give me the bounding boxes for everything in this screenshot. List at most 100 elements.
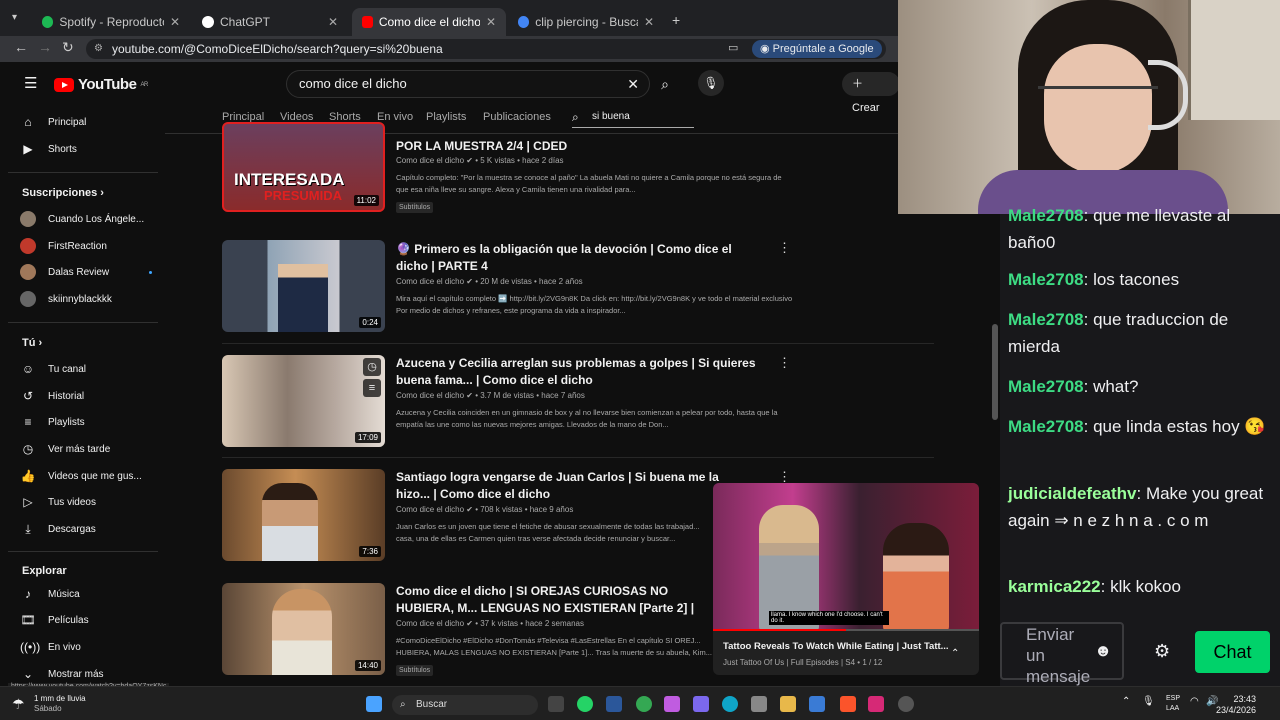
task-view-icon[interactable]	[548, 696, 564, 712]
mini-player-video[interactable]: llama. I know which one I'd choose. I ca…	[713, 483, 979, 631]
forward-icon[interactable]: →	[38, 39, 52, 55]
video-thumbnail[interactable]: 0:24	[222, 240, 385, 332]
app-icon[interactable]	[898, 696, 914, 712]
chat-username[interactable]: Male2708	[1008, 206, 1084, 225]
tray-chevron-icon[interactable]: ⌃	[1122, 696, 1130, 707]
site-info-icon[interactable]: ⚙	[94, 39, 103, 59]
app-icon[interactable]	[751, 696, 767, 712]
sidebar-item-shorts[interactable]: ▶ Shorts	[20, 136, 77, 162]
close-icon[interactable]: ✕	[486, 15, 496, 29]
taskbar-search[interactable]: ⌕ Buscar	[392, 695, 538, 715]
chat-username[interactable]: Male2708	[1008, 377, 1084, 396]
youtube-logo[interactable]: YouTube AR	[54, 76, 148, 93]
emoji-icon[interactable]: ☻	[1094, 640, 1112, 661]
mic-icon[interactable]: 🎙	[698, 70, 724, 96]
whatsapp-icon[interactable]	[577, 696, 593, 712]
sidebar-item-your-channel[interactable]: ☺ Tu canal	[20, 356, 86, 382]
watch-later-icon[interactable]: ◷	[363, 358, 381, 376]
add-to-queue-icon[interactable]: ≡	[363, 379, 381, 397]
new-tab-button[interactable]: +	[672, 12, 680, 28]
search-icon[interactable]: ⌕	[650, 70, 680, 98]
chat-username[interactable]: karmica222	[1008, 577, 1101, 596]
sidebar-item-live[interactable]: ((•)) En vivo	[20, 634, 81, 660]
search-input[interactable]: como dice el dicho ✕	[286, 70, 650, 98]
app-icon[interactable]	[664, 696, 680, 712]
tab-google[interactable]: clip piercing - Buscar con Goog ✕	[508, 8, 664, 36]
chat-send-button[interactable]: Chat	[1195, 631, 1270, 673]
progress-bar[interactable]	[713, 629, 979, 631]
sidebar-item-history[interactable]: ↺ Historial	[20, 383, 84, 409]
tab-posts[interactable]: Publicaciones	[483, 111, 551, 123]
video-title[interactable]: Azucena y Cecilia arreglan sus problemas…	[396, 355, 766, 389]
chat-username[interactable]: Male2708	[1008, 310, 1084, 329]
sidebar-sub-item[interactable]: Cuando Los Ángele...	[20, 206, 144, 232]
instagram-icon[interactable]	[868, 696, 884, 712]
tab-playlists[interactable]: Playlists	[426, 111, 466, 123]
mini-player[interactable]: llama. I know which one I'd choose. I ca…	[713, 483, 979, 675]
brave-icon[interactable]	[840, 696, 856, 712]
settings-icon[interactable]: ⚙	[1154, 641, 1170, 662]
sidebar-sub-item[interactable]: skiinnyblackkk	[20, 286, 112, 312]
video-result[interactable]: ◷ ≡ 17:09 Azucena y Cecilia arreglan sus…	[222, 355, 902, 455]
video-result[interactable]: 0:24 🔮 Primero es la obligación que la d…	[222, 240, 902, 340]
tab-chatgpt[interactable]: ChatGPT ✕	[192, 8, 348, 36]
video-thumbnail[interactable]: 7:36	[222, 469, 385, 561]
back-icon[interactable]: ←	[14, 39, 28, 55]
language-indicator[interactable]: ESP LAA	[1166, 694, 1180, 714]
clear-search-icon[interactable]: ✕	[627, 71, 639, 97]
clock[interactable]: 23:43 23/4/2026	[1216, 694, 1256, 716]
subscriptions-heading[interactable]: Suscripciones ›	[22, 187, 104, 199]
app-icon[interactable]	[693, 696, 709, 712]
reload-icon[interactable]: ↻	[62, 39, 74, 56]
video-title[interactable]: Santiago logra vengarse de Juan Carlos |…	[396, 469, 741, 503]
mic-icon[interactable]: 🎙	[1142, 696, 1155, 707]
sidebar-sub-item[interactable]: Dalas Review	[20, 259, 153, 285]
chat-username[interactable]: Male2708	[1008, 270, 1084, 289]
sidebar-item-playlists[interactable]: ≡ Playlists	[20, 409, 84, 435]
chevron-up-icon[interactable]: ⌃	[951, 648, 959, 659]
edge-icon[interactable]	[722, 696, 738, 712]
more-options-icon[interactable]: ⋮	[778, 355, 791, 371]
video-title[interactable]: 🔮 Primero es la obligación que la devoci…	[396, 241, 766, 275]
video-title[interactable]: Como dice el dicho | SI OREJAS CURIOSAS …	[396, 583, 712, 617]
chat-username[interactable]: Male2708	[1008, 417, 1084, 436]
sidebar-item-downloads[interactable]: ⤓ Descargas	[20, 516, 95, 542]
close-icon[interactable]: ✕	[644, 15, 654, 29]
chat-scrollbar[interactable]	[992, 324, 998, 420]
create-button[interactable]: ＋ Crear	[842, 72, 900, 114]
video-result[interactable]: INTERESADA PRESUMIDA 11:02 POR LA MUESTR…	[222, 122, 902, 234]
tab-spotify[interactable]: Spotify - Reproductor web: mú ✕	[32, 8, 190, 36]
sidebar-item-watch-later[interactable]: ◷ Ver más tarde	[20, 436, 111, 462]
app-icon[interactable]	[809, 696, 825, 712]
sidebar-item-movies[interactable]: 🎞 Películas	[20, 607, 88, 633]
chat-input[interactable]: Enviar un mensaje ☻	[1000, 622, 1124, 686]
sidebar-item-liked[interactable]: 👍 Videos que me gus...	[20, 463, 142, 489]
menu-icon[interactable]: ☰	[24, 74, 37, 92]
tab-search-button[interactable]: ▾	[12, 12, 28, 28]
video-title[interactable]: POR LA MUESTRA 2/4 | CDED	[396, 138, 766, 155]
close-icon[interactable]: ✕	[170, 15, 180, 29]
sidebar-item-home[interactable]: ⌂ Principal	[20, 109, 86, 135]
close-icon[interactable]: ✕	[328, 15, 338, 29]
you-heading[interactable]: Tú ›	[22, 337, 42, 349]
tab-youtube[interactable]: Como dice el dicho - YouTube ✕	[352, 8, 506, 36]
sidebar-item-music[interactable]: ♪ Música	[20, 581, 80, 607]
file-explorer-icon[interactable]	[780, 696, 796, 712]
video-thumbnail[interactable]: ◷ ≡ 17:09	[222, 355, 385, 447]
weather-icon[interactable]: ☂	[12, 696, 25, 713]
word-icon[interactable]	[606, 696, 622, 712]
sidebar-item-your-videos[interactable]: ▷ Tus videos	[20, 489, 96, 515]
sidebar-sub-item[interactable]: FirstReaction	[20, 233, 107, 259]
video-thumbnail[interactable]: 14:40	[222, 583, 385, 675]
ask-google-button[interactable]: ◉ Pregúntale a Google	[752, 40, 882, 58]
chat-username[interactable]: judicialdefeathv	[1008, 484, 1136, 503]
windows-start-icon[interactable]	[366, 696, 382, 712]
wifi-icon[interactable]: ◠	[1190, 696, 1199, 707]
chrome-icon[interactable]	[636, 696, 652, 712]
video-thumbnail[interactable]: INTERESADA PRESUMIDA 11:02	[222, 122, 385, 212]
cast-icon[interactable]: ▭	[728, 41, 738, 54]
channel-search-input[interactable]: ⌕ si buena	[572, 108, 694, 128]
tab-live[interactable]: En vivo	[377, 111, 413, 123]
mini-player-title[interactable]: Tattoo Reveals To Watch While Eating | J…	[723, 641, 949, 652]
more-options-icon[interactable]: ⋮	[778, 240, 791, 256]
